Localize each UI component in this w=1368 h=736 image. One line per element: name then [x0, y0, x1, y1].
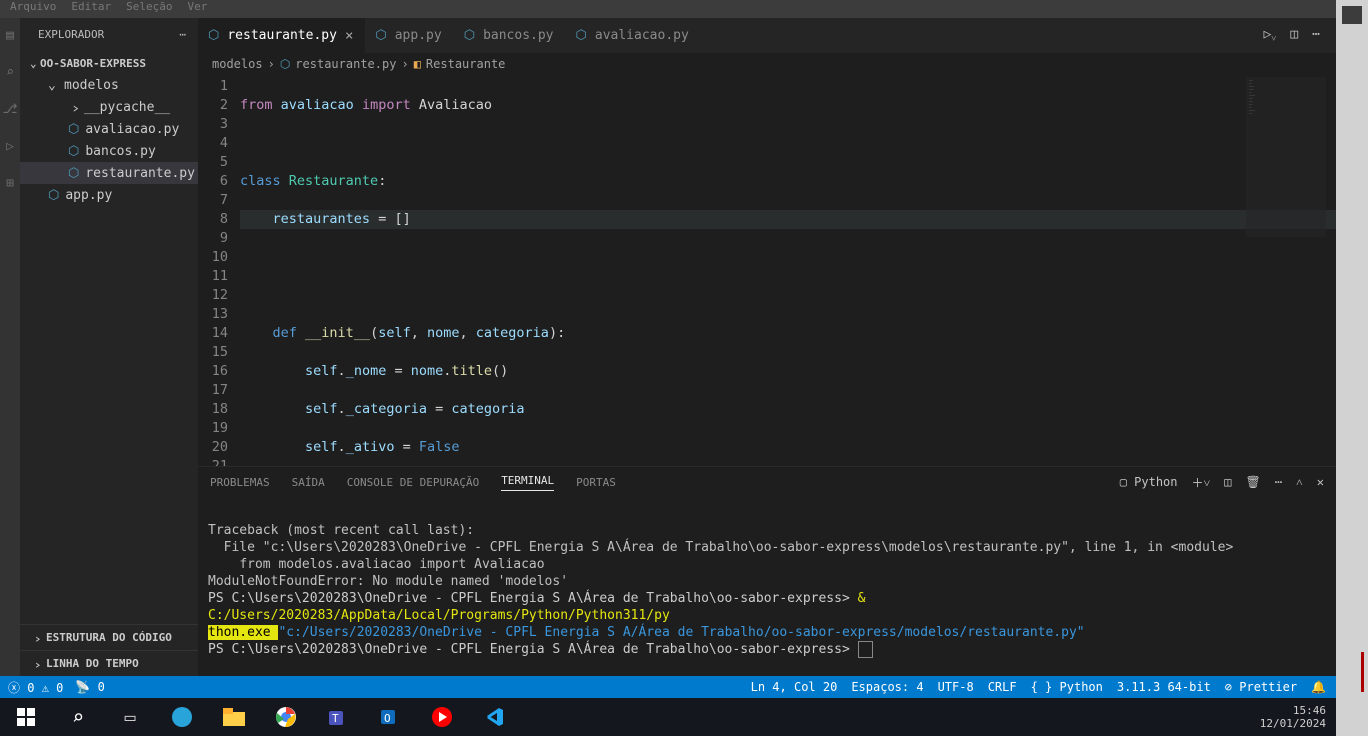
panel: PROBLEMAS SAÍDA CONSOLE DE DEPURAÇÃO TER… — [198, 466, 1336, 676]
timeline-section[interactable]: ⌄LINHA DO TEMPO — [20, 650, 198, 676]
status-prettier[interactable]: ⊘ Prettier — [1225, 680, 1297, 694]
panel-tab-terminal[interactable]: TERMINAL — [501, 474, 554, 491]
activity-bar: ▤ ⌕ ⎇ ▷ ⊞ — [0, 18, 20, 676]
tree-folder-modelos[interactable]: ⌄modelos — [20, 74, 198, 96]
tree-file-app[interactable]: ⬡app.py — [20, 184, 198, 206]
explorer-icon[interactable] — [212, 698, 256, 736]
terminal-shell-icon[interactable]: ▢ Python — [1120, 475, 1178, 489]
task-view-icon[interactable]: ▭ — [108, 698, 152, 736]
panel-tab-debug[interactable]: CONSOLE DE DEPURAÇÃO — [347, 476, 479, 489]
taskbar: ⌕ ▭ T O 15:46 12/01/2024 — [0, 698, 1336, 736]
status-bar: ⓧ 0 ⚠ 0 📡 0 Ln 4, Col 20 Espaços: 4 UTF-… — [0, 676, 1336, 698]
maximize-icon[interactable]: ˄ — [1296, 475, 1303, 490]
split-editor-icon[interactable]: ◫ — [1290, 27, 1298, 45]
status-ln-col[interactable]: Ln 4, Col 20 — [751, 680, 838, 694]
panel-tab-ports[interactable]: PORTAS — [576, 476, 616, 489]
menu-item[interactable]: Seleção — [126, 0, 172, 13]
more-icon[interactable]: ⋯ — [179, 28, 186, 53]
menu-item[interactable]: Ver — [187, 0, 207, 13]
tree-file-avaliacao[interactable]: ⬡avaliacao.py — [20, 118, 198, 140]
status-problems[interactable]: ⓧ 0 ⚠ 0 — [8, 679, 63, 696]
tab-avaliacao[interactable]: ⬡avaliacao.py — [566, 18, 701, 53]
panel-tab-problems[interactable]: PROBLEMAS — [210, 476, 270, 489]
gutter: 123456789101112131415161718192021 — [198, 75, 240, 466]
breadcrumb[interactable]: modelos› ⬡restaurante.py› ◧Restaurante — [198, 53, 1336, 75]
chrome-icon[interactable] — [264, 698, 308, 736]
tree-file-bancos[interactable]: ⬡bancos.py — [20, 140, 198, 162]
status-interpreter[interactable]: 3.11.3 64-bit — [1117, 680, 1211, 694]
title-bar-menu: Arquivo Editar Seleção Ver — [0, 0, 1336, 18]
explorer-title: EXPLORADOR — [38, 28, 104, 53]
close-icon[interactable]: × — [345, 28, 353, 44]
files-icon[interactable]: ▤ — [6, 28, 14, 43]
edge-icon[interactable] — [160, 698, 204, 736]
code-body[interactable]: from avaliacao import Avaliacao class Re… — [240, 75, 1336, 466]
debug-icon[interactable]: ▷ — [6, 139, 14, 154]
outline-section[interactable]: ⌄ESTRUTURA DO CÓDIGO — [20, 624, 198, 650]
close-icon[interactable]: ✕ — [1317, 475, 1324, 489]
code-editor[interactable]: 123456789101112131415161718192021 from a… — [198, 75, 1336, 466]
git-icon[interactable]: ⎇ — [3, 102, 18, 117]
more-icon[interactable]: ⋯ — [1275, 475, 1282, 489]
svg-text:O: O — [384, 712, 391, 725]
search-icon[interactable]: ⌕ — [6, 65, 14, 80]
tree-folder-pycache[interactable]: ⌄__pycache__ — [20, 96, 198, 118]
status-bell-icon[interactable]: 🔔 — [1311, 680, 1326, 694]
status-eol[interactable]: CRLF — [988, 680, 1017, 694]
status-language[interactable]: { } Python — [1031, 680, 1103, 694]
more-icon[interactable]: ⋯ — [1312, 27, 1320, 45]
new-terminal-icon[interactable]: ＋˅ — [1192, 474, 1211, 491]
svg-text:T: T — [332, 712, 339, 725]
teams-icon[interactable]: T — [316, 698, 360, 736]
terminal-body[interactable]: Traceback (most recent call last): File … — [198, 497, 1336, 676]
start-icon[interactable] — [4, 698, 48, 736]
split-terminal-icon[interactable]: ◫ — [1224, 475, 1231, 489]
extensions-icon[interactable]: ⊞ — [6, 176, 14, 191]
status-encoding[interactable]: UTF-8 — [938, 680, 974, 694]
tab-restaurante[interactable]: ⬡restaurante.py× — [198, 18, 365, 53]
outlook-icon[interactable]: O — [368, 698, 412, 736]
system-tray[interactable]: 15:46 12/01/2024 — [1260, 704, 1336, 730]
vscode-icon[interactable] — [472, 698, 516, 736]
trash-icon[interactable]: 🗑 — [1246, 475, 1261, 489]
run-icon[interactable]: ▷˅ — [1263, 27, 1276, 45]
tab-bancos[interactable]: ⬡bancos.py — [454, 18, 566, 53]
panel-tab-output[interactable]: SAÍDA — [292, 476, 325, 489]
minimap[interactable]: ▬▬▬▬▬▬▬▬▬▬▬▬▬▬▬▬▬▬▬▬▬▬▬▬▬▬▬▬▬▬▬▬▬▬▬▬▬▬▬ — [1246, 77, 1326, 237]
adjacent-window — [1336, 0, 1368, 736]
project-sec[interactable]: ⌄OO-SABOR-EXPRESS — [20, 53, 198, 74]
status-ports[interactable]: 📡 0 — [75, 680, 104, 694]
menu-item[interactable]: Editar — [71, 0, 111, 13]
sidebar: EXPLORADOR ⋯ ⌄OO-SABOR-EXPRESS ⌄modelos … — [20, 18, 198, 676]
youtube-icon[interactable] — [420, 698, 464, 736]
menu-item[interactable]: Arquivo — [10, 0, 56, 13]
tab-app[interactable]: ⬡app.py — [365, 18, 453, 53]
tree-file-restaurante[interactable]: ⬡restaurante.py — [20, 162, 198, 184]
search-icon[interactable]: ⌕ — [56, 698, 100, 736]
status-spaces[interactable]: Espaços: 4 — [851, 680, 923, 694]
editor-tabs: ⬡restaurante.py× ⬡app.py ⬡bancos.py ⬡ava… — [198, 18, 1336, 53]
